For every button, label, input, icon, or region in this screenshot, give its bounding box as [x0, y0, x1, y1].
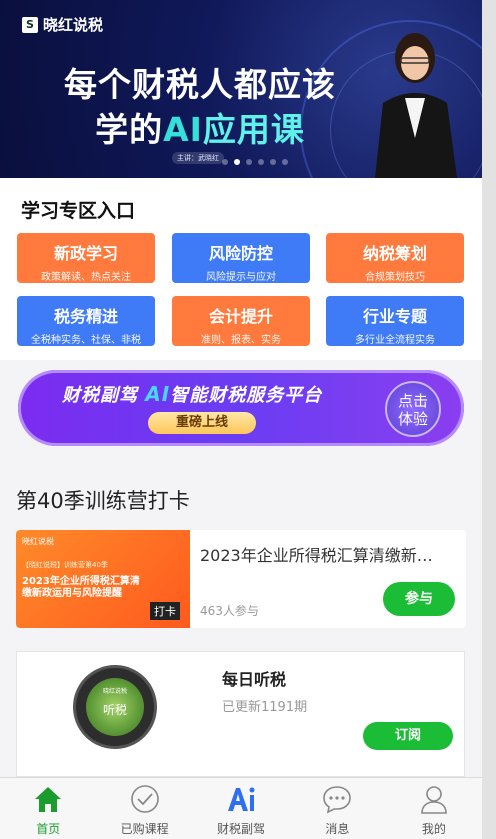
participant-count: 463人参与 [200, 604, 259, 618]
banner-headline-2: 学的AI应用课 [0, 103, 400, 151]
hero-banner[interactable]: S 晓红说税 每个财税人都应该 学的AI应用课 主讲：武晓红 [0, 0, 482, 178]
tile-title: 行业专题 [362, 307, 427, 326]
ai-banner-title-prefix: 财税副驾 [62, 385, 138, 406]
brand-name: 晓红说税 [43, 16, 104, 34]
ai-banner-title-ai: AI [145, 382, 171, 406]
tile-subtitle: 多行业全流程实务 [355, 335, 435, 346]
ai-copilot-banner[interactable]: 财税副驾 AI智能财税服务平台 重磅上线 点击 体验 [18, 370, 464, 446]
brand: S 晓红说税 [22, 14, 103, 35]
tile-title: 新政学习 [53, 244, 118, 263]
section-title: 学习专区入口 [21, 200, 136, 222]
home-icon [35, 787, 62, 812]
course-card[interactable]: 晓红说税 【晓红说税】训练营第40季 2023年企业所得税汇算清缴新政运用与风险… [16, 530, 466, 628]
tile-new-policy[interactable]: 新政学习 政策解读、热点关注 [17, 233, 155, 283]
tab-home[interactable]: 首页 [0, 778, 96, 839]
join-button[interactable]: 参与 [383, 582, 455, 616]
album-title: 每日听税 [222, 670, 287, 689]
album-disc: 晓红说税 听税 [73, 665, 157, 749]
section-title: 第40季训练营打卡 [16, 489, 190, 513]
album-cover: 晓红说税 听税 [86, 678, 144, 736]
banner-headline-2-prefix: 学的 [95, 110, 164, 149]
tile-title: 会计提升 [208, 307, 273, 326]
subscribe-button[interactable]: 订阅 [363, 722, 453, 750]
thumb-series: 【晓红说税】训练营第40季 [22, 561, 108, 569]
tab-label: 财税副驾 [217, 822, 266, 836]
ai-banner-title-suffix: 智能财税服务平台 [170, 385, 323, 406]
carousel-dot[interactable] [282, 159, 288, 165]
tab-tax-copilot[interactable]: 财税副驾 [193, 778, 289, 839]
thumb-tag: 打卡 [150, 602, 180, 620]
carousel-dot[interactable] [246, 159, 252, 165]
disc-brand: 晓红说税 [102, 688, 127, 695]
tab-label: 已购课程 [120, 822, 169, 836]
course-title: 2023年企业所得税汇算清缴新政运用与风险提醒 [200, 546, 446, 565]
tile-title: 纳税筹划 [362, 244, 427, 263]
tab-label: 首页 [36, 822, 61, 836]
tile-industry-topics[interactable]: 行业专题 多行业全流程实务 [326, 296, 464, 346]
carousel-dot[interactable] [258, 159, 264, 165]
tile-title: 税务精进 [53, 307, 118, 326]
daily-audio-card[interactable]: 晓红说税 听税 每日听税 已更新1191期 订阅 [16, 651, 465, 777]
chat-bubble-icon [323, 786, 352, 814]
learning-zone: 学习专区入口 新政学习 政策解读、热点关注 风险防控 风险提示与应对 纳税筹划 … [0, 178, 482, 360]
tile-accounting[interactable]: 会计提升 准则、报表、实务 [172, 296, 310, 346]
ai-banner-title: 财税副驾 AI智能财税服务平台 [62, 381, 322, 407]
banner-headline-1: 每个财税人都应该 [64, 65, 336, 104]
tile-subtitle: 风险提示与应对 [206, 272, 276, 283]
banner-headline-2-ai: AI [163, 110, 203, 149]
thumb-brand: 晓红说税 [22, 537, 54, 546]
course-thumbnail: 晓红说税 【晓红说税】训练营第40季 2023年企业所得税汇算清缴新政运用与风险… [16, 530, 190, 628]
tab-label: 消息 [325, 822, 350, 836]
brand-logo-icon: S [22, 16, 38, 33]
launch-pill: 重磅上线 [148, 412, 256, 434]
tab-purchased-courses[interactable]: 已购课程 [96, 778, 192, 839]
tile-subtitle: 全税种实务、社保、非税 [31, 335, 141, 346]
lecturer-chip: 主讲：武晓红 [172, 152, 224, 164]
try-now-button[interactable]: 点击 体验 [385, 381, 441, 437]
check-circle-icon [130, 785, 159, 813]
scrollbar[interactable] [482, 0, 496, 839]
disc-label: 听税 [102, 703, 127, 717]
tile-tax-practice[interactable]: 税务精进 全税种实务、社保、非税 [17, 296, 155, 346]
carousel-dot-active[interactable] [234, 159, 240, 165]
tile-subtitle: 政策解读、热点关注 [41, 272, 131, 283]
carousel-dot[interactable] [270, 159, 276, 165]
tile-subtitle: 准则、报表、实务 [201, 335, 281, 346]
tab-messages[interactable]: 消息 [289, 778, 385, 839]
bottom-tab-bar: 首页 已购课程 财税副驾 消息 我的 [0, 777, 482, 839]
carousel-dot[interactable] [222, 159, 228, 165]
episode-count: 已更新1191期 [222, 700, 308, 715]
tile-title: 风险防控 [208, 244, 273, 263]
tile-subtitle: 合规策划技巧 [365, 272, 425, 283]
ai-icon [228, 787, 255, 811]
tile-tax-planning[interactable]: 纳税筹划 合规策划技巧 [326, 233, 464, 283]
banner-headline-2-suffix: 应用课 [202, 110, 305, 149]
tab-me[interactable]: 我的 [386, 778, 482, 839]
thumb-title: 2023年企业所得税汇算清缴新政运用与风险提醒 [22, 576, 140, 599]
lecturer-photo [375, 33, 457, 178]
page: S 晓红说税 每个财税人都应该 学的AI应用课 主讲：武晓红 学习专区入口 新政… [0, 0, 482, 839]
tile-risk-control[interactable]: 风险防控 风险提示与应对 [172, 233, 310, 283]
carousel-dots [222, 159, 288, 165]
tab-label: 我的 [421, 822, 446, 836]
user-icon [421, 786, 447, 814]
